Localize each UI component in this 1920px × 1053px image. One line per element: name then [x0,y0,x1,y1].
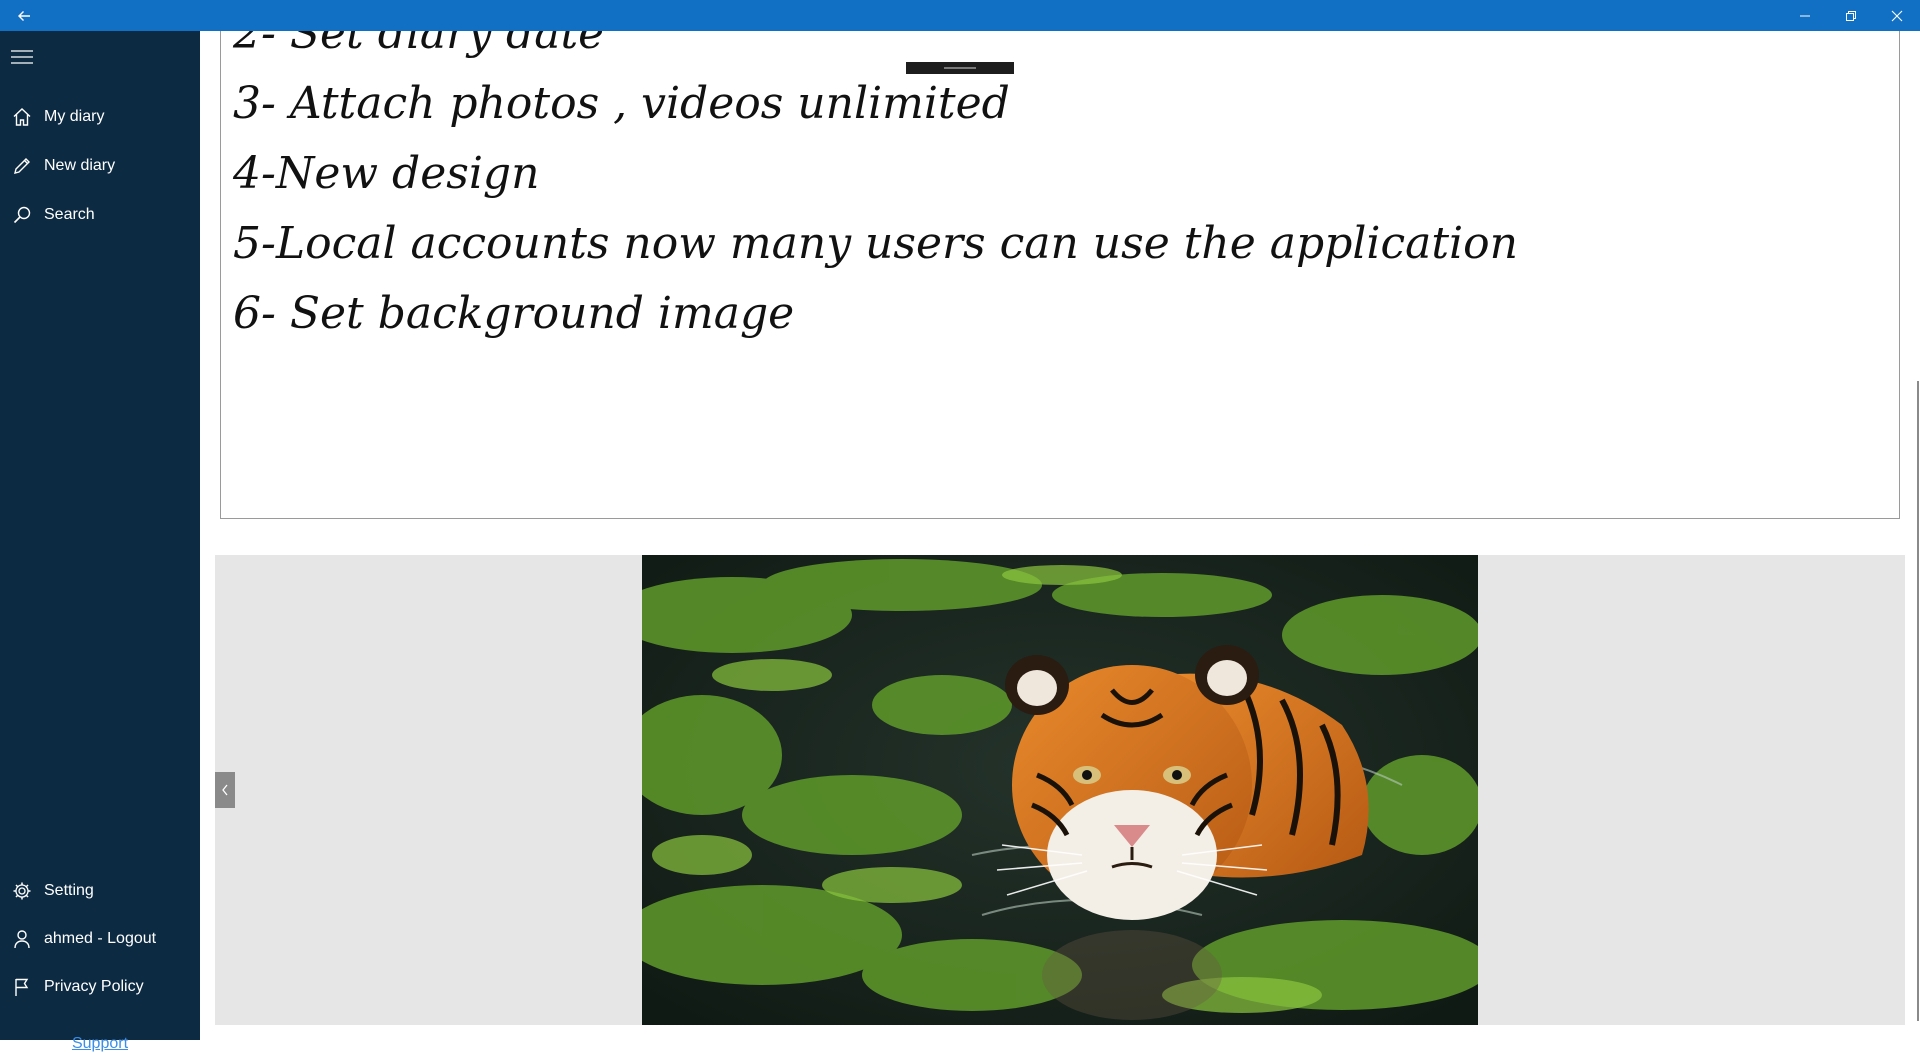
note-line: 5-Local accounts now many users can use … [233,218,1518,269]
restore-button[interactable] [1828,0,1874,31]
pencil-icon [0,146,44,186]
sidebar-item-new-diary[interactable]: New diary [0,146,200,186]
media-gallery [215,555,1905,1025]
gear-icon [0,871,44,911]
title-bar [0,0,1920,31]
note-line: 4-New design [233,148,540,199]
menu-toggle-button[interactable] [8,43,36,71]
scrollbar-thumb[interactable] [1917,381,1919,1021]
hamburger-icon [11,50,33,64]
sidebar-item-label: ahmed - Logout [44,930,157,947]
diary-text-editor[interactable]: 2- Set diary date 3- Attach photos , vid… [220,31,1900,519]
search-icon [0,195,44,235]
gallery-prev-button[interactable] [215,772,235,808]
note-line: 2- Set diary date [233,31,605,59]
back-button[interactable] [0,0,48,31]
diary-content: 2- Set diary date 3- Attach photos , vid… [200,31,1920,1040]
toolbar-drag-handle[interactable] [906,62,1014,74]
back-arrow-icon [18,10,30,21]
sidebar-item-privacy-policy[interactable]: Privacy Policy [0,967,200,1007]
close-button[interactable] [1874,0,1920,31]
sidebar-item-logout[interactable]: ahmed - Logout [0,919,200,959]
home-icon [0,97,44,137]
sidebar-item-my-diary[interactable]: My diary [0,97,200,137]
tiger-swimming-photo[interactable] [642,555,1478,1025]
support-link[interactable]: Support [0,1035,200,1053]
person-icon [0,919,44,959]
sidebar-item-label: My diary [44,108,105,125]
sidebar-item-label: Search [44,206,95,223]
sidebar-item-label: New diary [44,157,116,174]
sidebar-item-label: Setting [44,882,94,899]
sidebar-item-search[interactable]: Search [0,195,200,235]
minimize-button[interactable] [1782,0,1828,31]
sidebar-item-setting[interactable]: Setting [0,871,200,911]
minimize-icon [1800,15,1810,16]
sidebar-item-label: Privacy Policy [44,978,144,995]
chevron-left-icon [222,784,228,796]
note-line: 6- Set background image [233,288,795,339]
vertical-scrollbar[interactable] [1914,31,1920,1040]
restore-icon [1846,10,1856,21]
flag-icon [0,967,44,1007]
nav-sidebar: My diary New diary Search Setting ahmed … [0,31,200,1052]
note-line: 3- Attach photos , videos unlimited [233,78,1010,129]
close-icon [1891,10,1903,21]
